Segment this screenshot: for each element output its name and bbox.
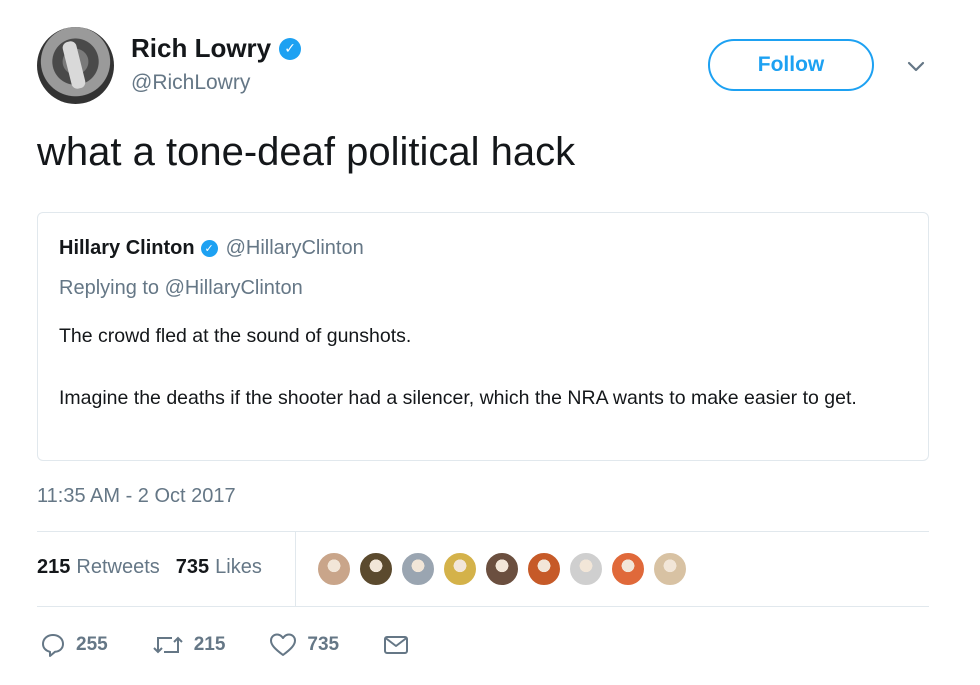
tweet-timestamp[interactable]: 11:35 AM - 2 Oct 2017 [37, 485, 236, 508]
replying-to: Replying to @HillaryClinton [59, 277, 303, 299]
direct-message-button[interactable] [383, 633, 409, 657]
message-icon [384, 636, 409, 654]
divider [37, 531, 929, 532]
quoted-tweet[interactable]: Hillary Clinton ✓ @HillaryClinton Replyi… [37, 212, 929, 461]
verified-badge-icon: ✓ [200, 240, 218, 257]
heart-icon [270, 633, 297, 656]
quoted-tweet-body: The crowd fled at the sound of gunshots.… [59, 321, 909, 414]
liker-avatar[interactable] [400, 551, 436, 587]
follow-button[interactable]: Follow [708, 39, 874, 91]
divider [37, 606, 929, 607]
liker-avatar[interactable] [484, 551, 520, 587]
author-name-row: Rich Lowry ✓ [131, 33, 302, 64]
liker-avatars [316, 551, 694, 587]
liker-avatar[interactable] [568, 551, 604, 587]
quoted-tweet-header: Hillary Clinton ✓ @HillaryClinton [59, 237, 364, 260]
liker-avatar[interactable] [526, 551, 562, 587]
quoted-author-name: Hillary Clinton [59, 237, 195, 259]
quoted-author-handle: @HillaryClinton [225, 237, 364, 259]
retweet-icon [152, 636, 183, 654]
retweet-count: 215 [193, 634, 226, 655]
retweets-count: 215 [37, 556, 71, 578]
reply-button[interactable]: 255 [40, 632, 108, 658]
chevron-down-icon[interactable] [905, 55, 927, 77]
likes-count: 735 [175, 556, 210, 578]
like-count: 735 [307, 634, 340, 655]
retweet-button[interactable]: 215 [152, 632, 226, 658]
quoted-paragraph: Imagine the deaths if the shooter had a … [59, 387, 857, 409]
reply-icon [42, 634, 64, 657]
retweets-stat[interactable]: 215 Retweets [37, 556, 160, 579]
quoted-paragraph: The crowd fled at the sound of gunshots. [59, 325, 412, 347]
liker-avatar[interactable] [316, 551, 352, 587]
verified-badge-icon: ✓ [279, 37, 302, 60]
retweets-label: Retweets [76, 556, 160, 578]
stats-separator [295, 532, 296, 607]
author-name[interactable]: Rich Lowry [131, 33, 271, 64]
liker-avatar[interactable] [610, 551, 646, 587]
liker-avatar[interactable] [442, 551, 478, 587]
like-button[interactable]: 735 [269, 632, 339, 658]
author-avatar[interactable] [37, 27, 114, 104]
liker-avatar[interactable] [652, 551, 688, 587]
tweet-stats: 215 Retweets 735 Likes [37, 556, 262, 579]
tweet-text: what a tone-deaf political hack [37, 130, 576, 174]
author-handle[interactable]: @RichLowry [131, 71, 250, 95]
reply-count: 255 [76, 634, 108, 655]
likes-stat[interactable]: 735 Likes [176, 556, 262, 579]
liker-avatar[interactable] [358, 551, 394, 587]
likes-label: Likes [215, 556, 262, 578]
tweet-actions: 255 215 735 [40, 632, 453, 658]
